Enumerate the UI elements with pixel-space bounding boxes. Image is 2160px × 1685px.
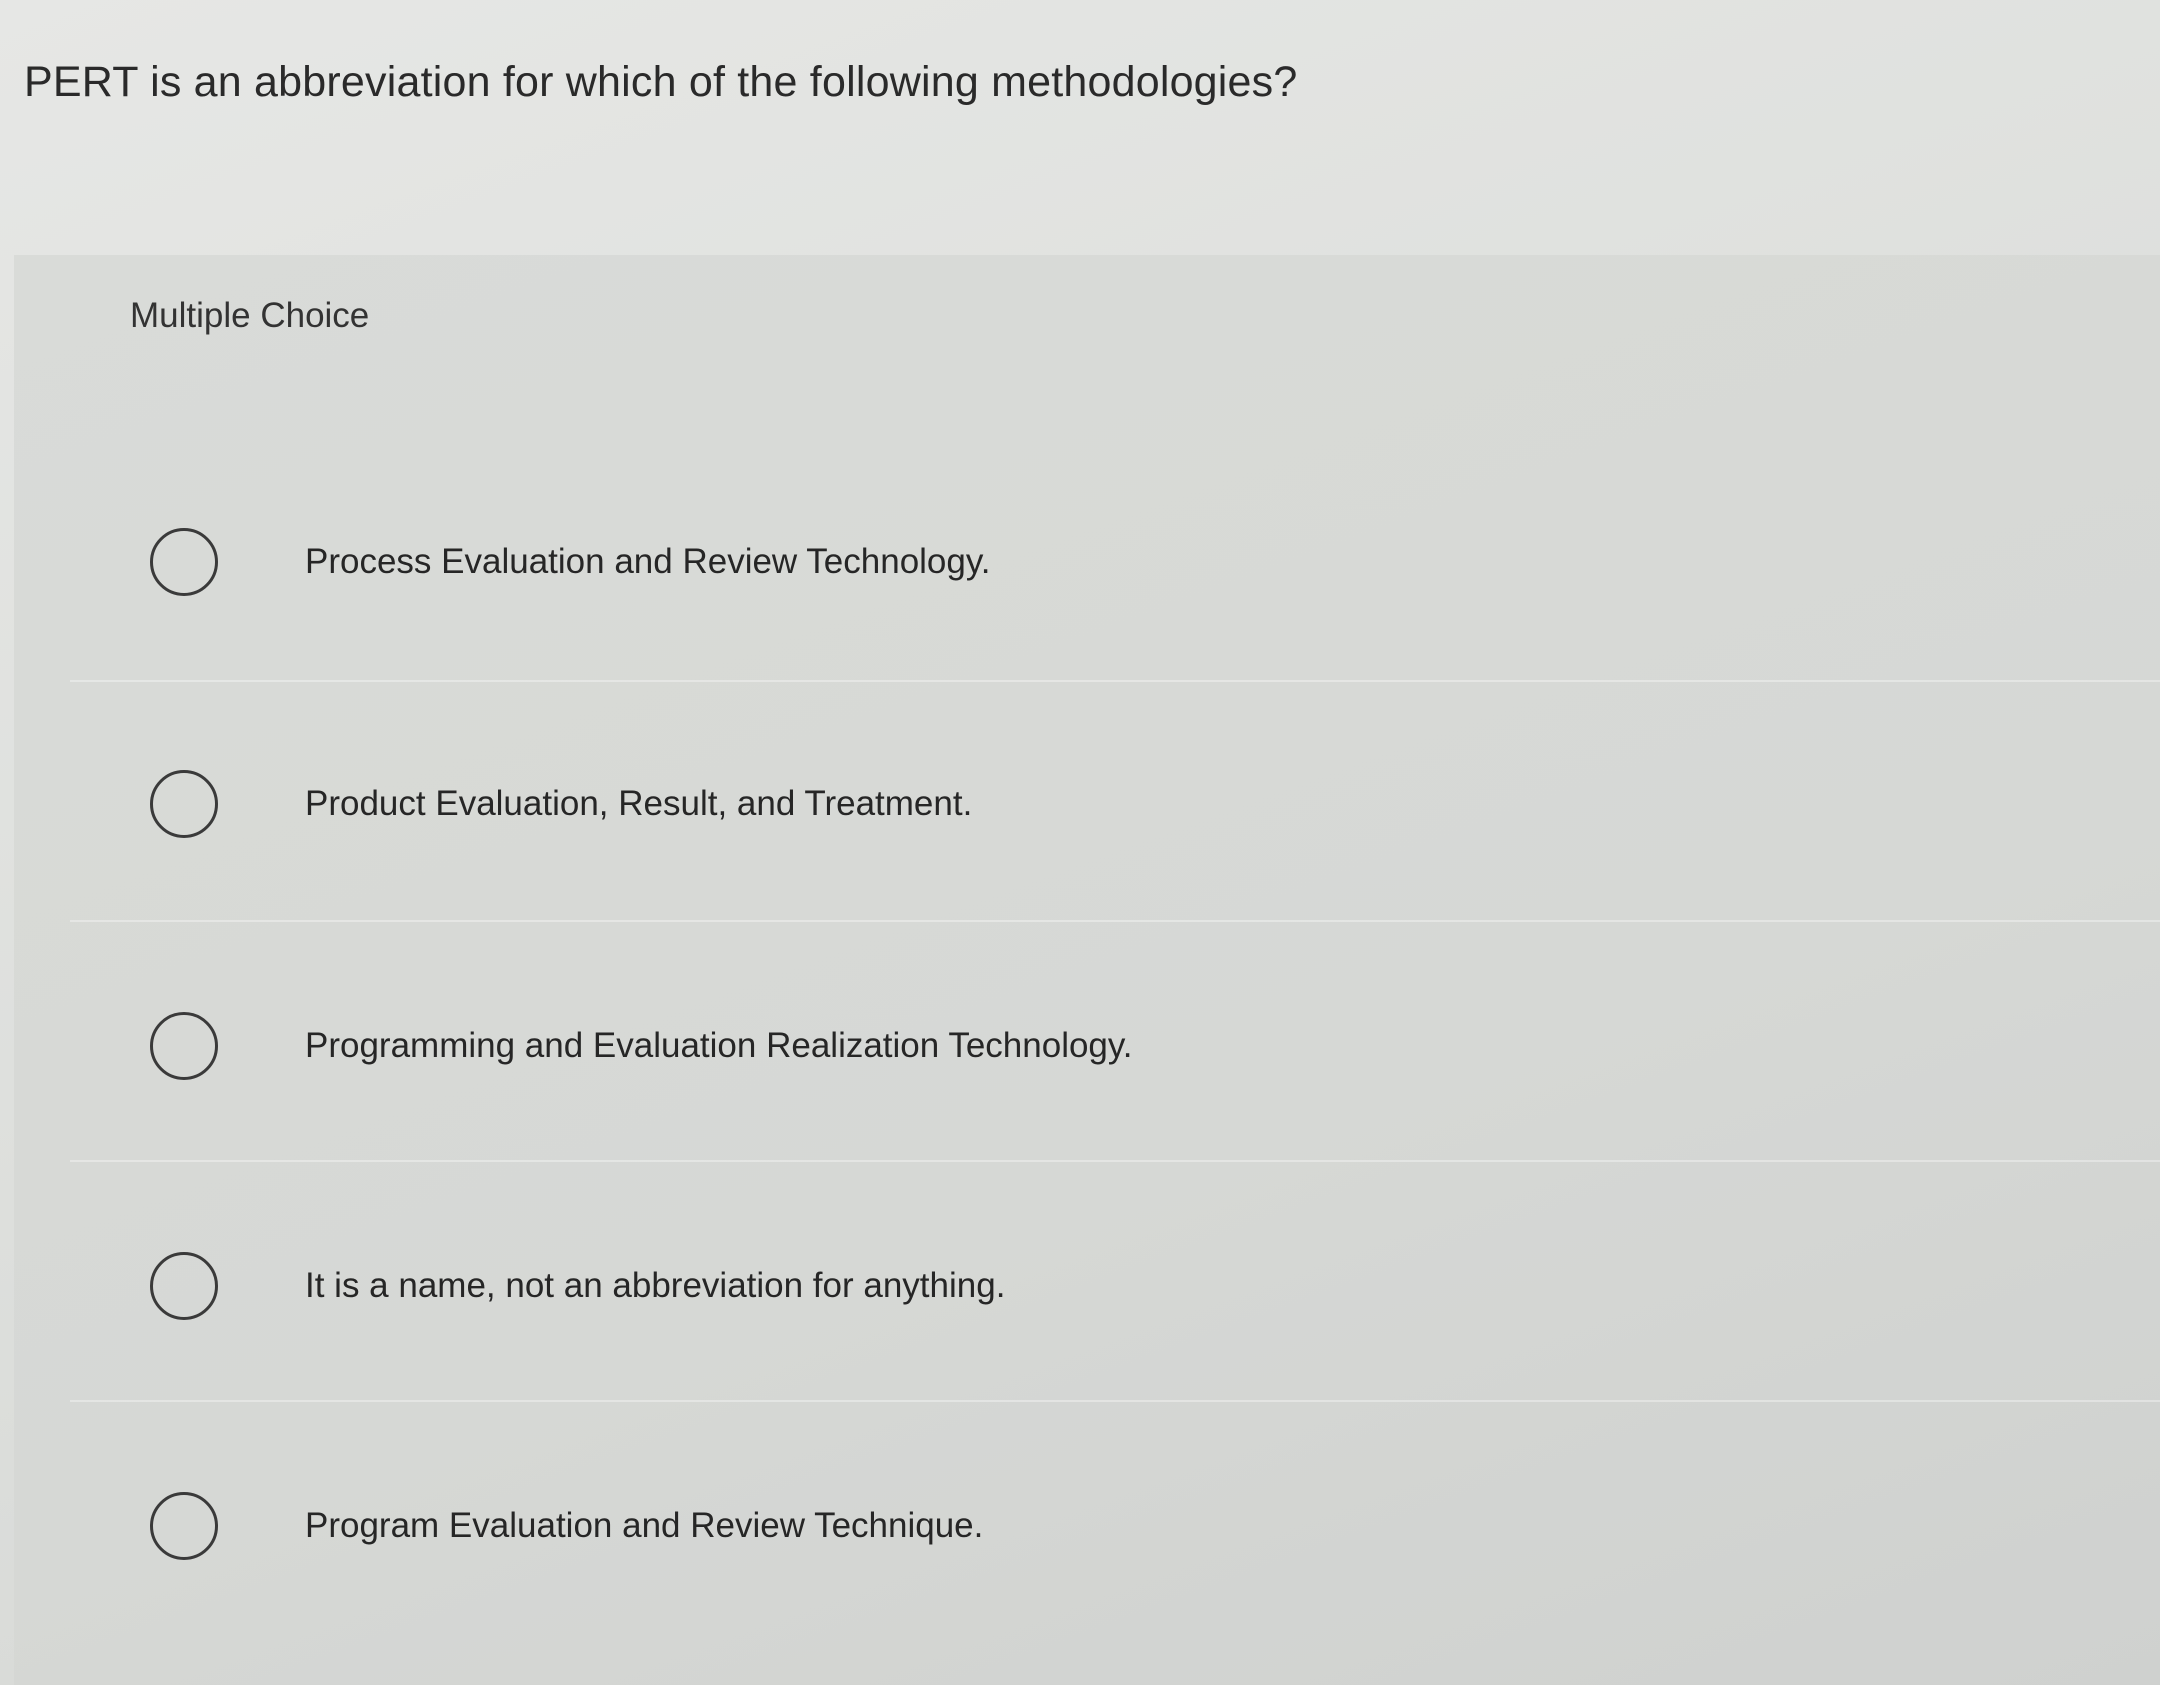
radio-button-icon[interactable] <box>150 1252 218 1320</box>
answer-option-label: It is a name, not an abbreviation for an… <box>305 1266 1006 1305</box>
answer-option-4[interactable]: It is a name, not an abbreviation for an… <box>130 1238 2030 1338</box>
answer-option-label: Process Evaluation and Review Technology… <box>305 542 991 581</box>
answer-option-2[interactable]: Product Evaluation, Result, and Treatmen… <box>130 756 2030 856</box>
answer-option-label: Product Evaluation, Result, and Treatmen… <box>305 784 973 823</box>
radio-button-icon[interactable] <box>150 528 218 596</box>
answer-panel <box>14 255 2160 1685</box>
option-divider <box>70 1160 2160 1162</box>
option-divider <box>70 920 2160 922</box>
question-type-label: Multiple Choice <box>130 296 370 335</box>
option-divider <box>70 680 2160 682</box>
answer-option-1[interactable]: Process Evaluation and Review Technology… <box>130 514 2030 614</box>
answer-option-5[interactable]: Program Evaluation and Review Technique. <box>130 1478 2030 1578</box>
answer-option-3[interactable]: Programming and Evaluation Realization T… <box>130 998 2030 1098</box>
radio-button-icon[interactable] <box>150 1012 218 1080</box>
question-text: PERT is an abbreviation for which of the… <box>24 58 1298 106</box>
answer-option-label: Program Evaluation and Review Technique. <box>305 1506 984 1545</box>
radio-button-icon[interactable] <box>150 1492 218 1560</box>
radio-button-icon[interactable] <box>150 770 218 838</box>
option-divider <box>70 1400 2160 1402</box>
answer-option-label: Programming and Evaluation Realization T… <box>305 1026 1133 1065</box>
